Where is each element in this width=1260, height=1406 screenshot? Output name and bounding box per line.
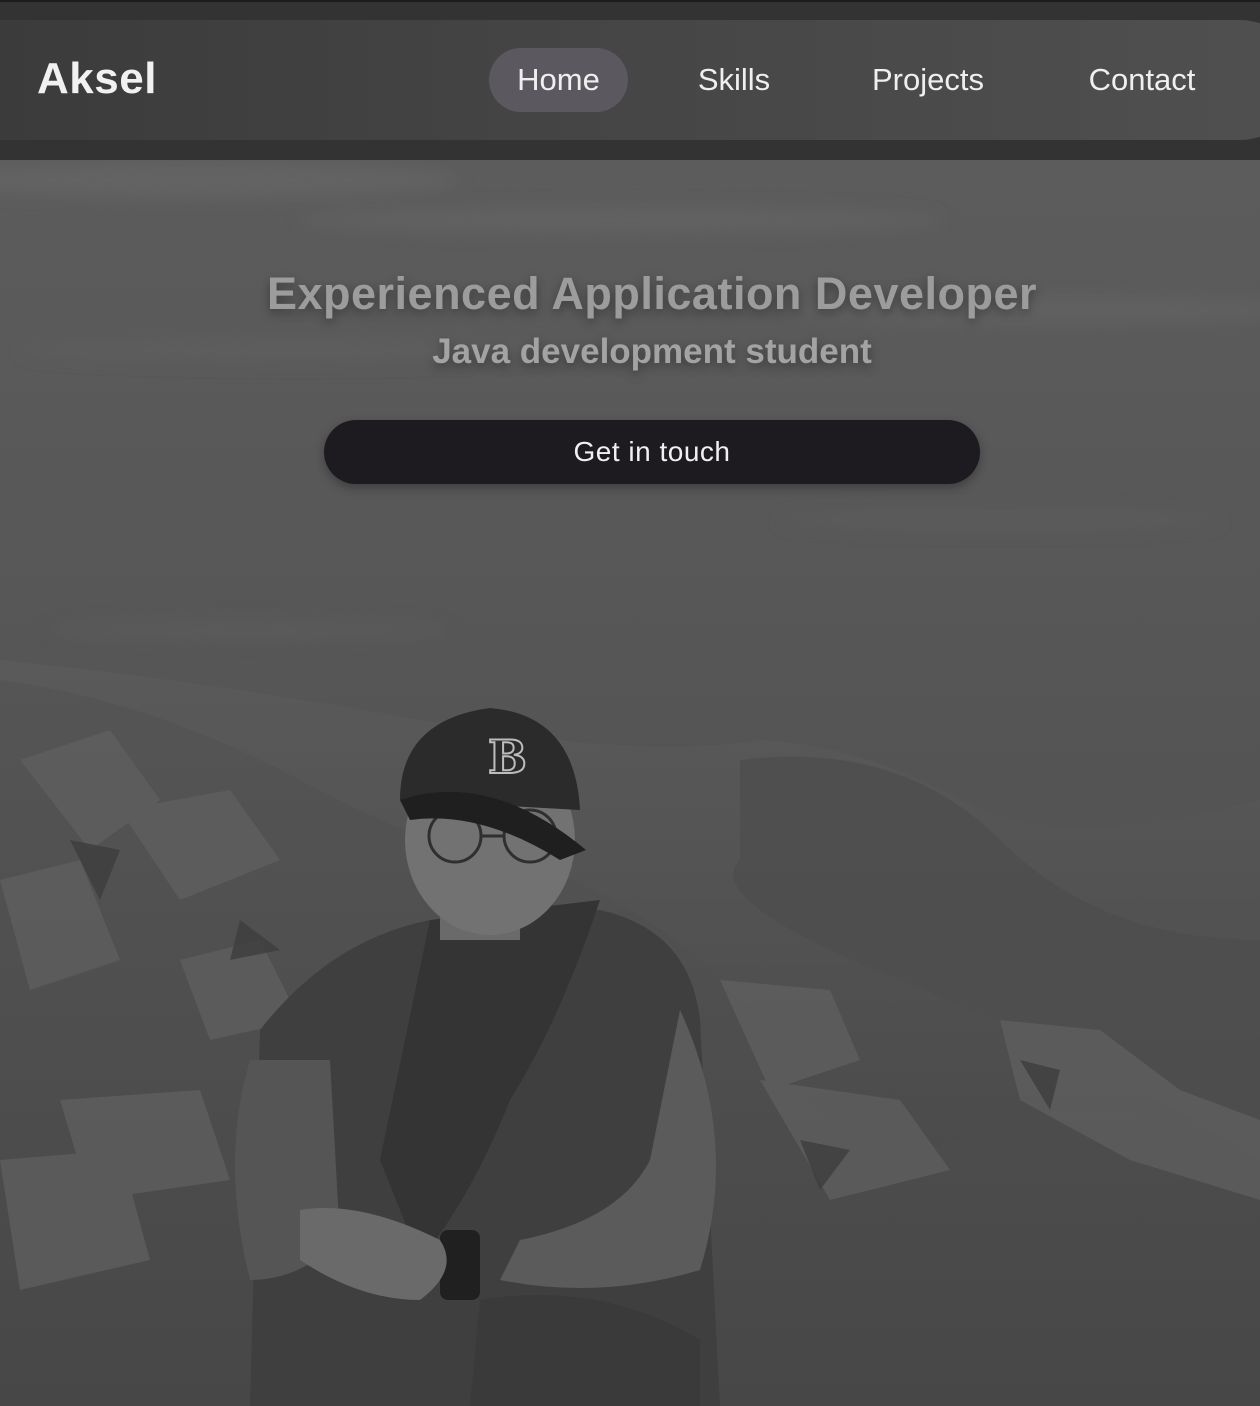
hero-headline: Experienced Application Developer xyxy=(266,268,1038,319)
nav-skills[interactable]: Skills xyxy=(674,48,794,112)
get-in-touch-button[interactable]: Get in touch xyxy=(324,420,980,484)
nav-contact[interactable]: Contact xyxy=(1060,48,1224,112)
cap-logo-letter: B xyxy=(487,729,528,785)
nav-home[interactable]: Home xyxy=(489,48,628,112)
hero-subline: Java development student xyxy=(432,332,872,371)
page: B Aksel Home Skills Projects Contact Exp… xyxy=(0,0,1260,1406)
nav-projects[interactable]: Projects xyxy=(842,48,1014,112)
brand-logo[interactable]: Aksel xyxy=(37,54,157,104)
